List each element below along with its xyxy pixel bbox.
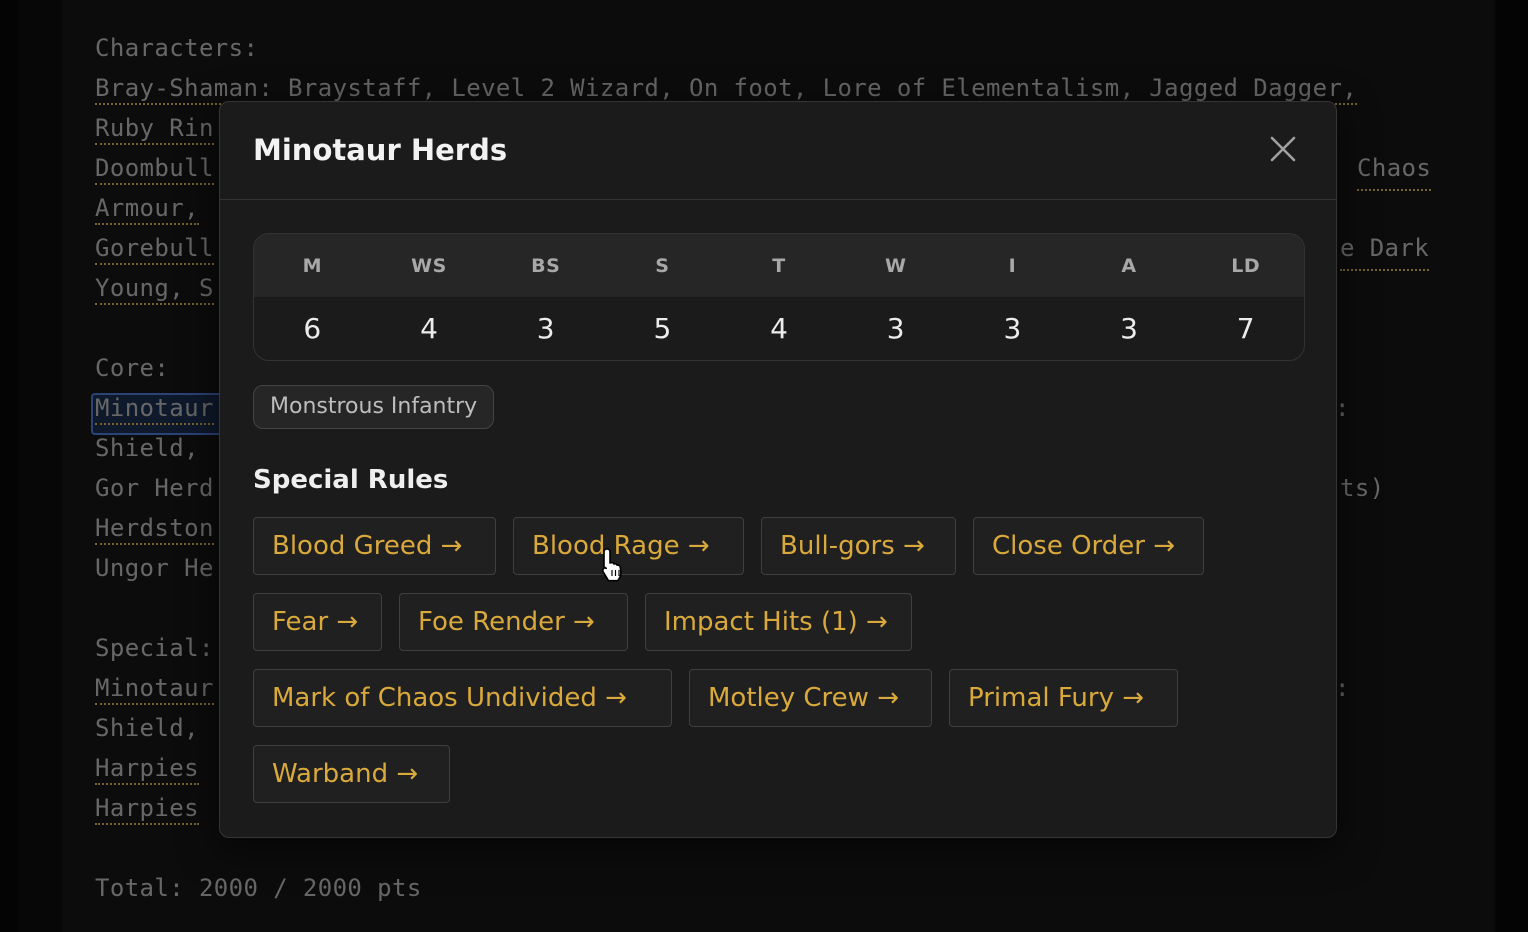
dialog-title: Minotaur Herds	[253, 133, 508, 167]
stat-value-m: 6	[303, 311, 322, 345]
special-rule-button[interactable]: Foe Render →	[399, 593, 628, 651]
dialog-header: Minotaur Herds	[220, 102, 1336, 200]
special-rule-button[interactable]: Blood Rage →	[513, 517, 744, 575]
stats-header-row: M WS BS S T W I A LD	[254, 234, 1304, 297]
stat-value-a: 3	[1120, 311, 1138, 345]
stat-header-bs: BS	[531, 254, 561, 277]
special-rule-button[interactable]: Mark of Chaos Undivided →	[253, 669, 672, 727]
stat-header-i: I	[1008, 254, 1017, 277]
close-button[interactable]	[1264, 130, 1302, 168]
stat-header-t: T	[772, 254, 786, 277]
stat-header-w: W	[884, 254, 907, 277]
special-rule-button[interactable]: Fear →	[253, 593, 382, 651]
unit-details-dialog: Minotaur Herds M WS BS S T W I A LD 6 4 3 5 4 3 3 3 7 Mo…	[219, 101, 1337, 838]
stat-value-i: 3	[1003, 311, 1022, 345]
stat-header-m: M	[302, 254, 323, 277]
special-rule-button[interactable]: Blood Greed →	[253, 517, 496, 575]
hand-cursor-icon	[602, 548, 622, 582]
stat-value-ld: 7	[1236, 311, 1255, 345]
stat-value-ws: 4	[420, 311, 438, 345]
stats-value-row: 6 4 3 5 4 3 3 3 7	[254, 297, 1304, 359]
special-rule-button[interactable]: Warband →	[253, 745, 450, 803]
special-rule-button[interactable]: Motley Crew →	[689, 669, 932, 727]
stat-header-ws: WS	[411, 254, 447, 277]
stat-header-s: S	[655, 254, 670, 277]
hand-pointer-cursor	[598, 546, 628, 590]
close-icon	[1270, 136, 1296, 162]
special-rules-heading: Special Rules	[253, 465, 449, 495]
stat-value-t: 4	[770, 311, 788, 345]
special-rule-button[interactable]: Impact Hits (1) →	[645, 593, 912, 651]
special-rule-button[interactable]: Bull-gors →	[761, 517, 956, 575]
stat-header-ld: LD	[1231, 254, 1261, 277]
special-rule-button[interactable]: Primal Fury →	[949, 669, 1178, 727]
stat-value-w: 3	[886, 311, 905, 345]
unit-stats-table: M WS BS S T W I A LD 6 4 3 5 4 3 3 3 7	[253, 233, 1305, 361]
stat-value-bs: 3	[536, 311, 555, 345]
stat-header-a: A	[1121, 254, 1137, 277]
stat-value-s: 5	[653, 311, 672, 345]
troop-type-badge: Monstrous Infantry	[253, 385, 495, 429]
special-rule-button[interactable]: Close Order →	[973, 517, 1204, 575]
